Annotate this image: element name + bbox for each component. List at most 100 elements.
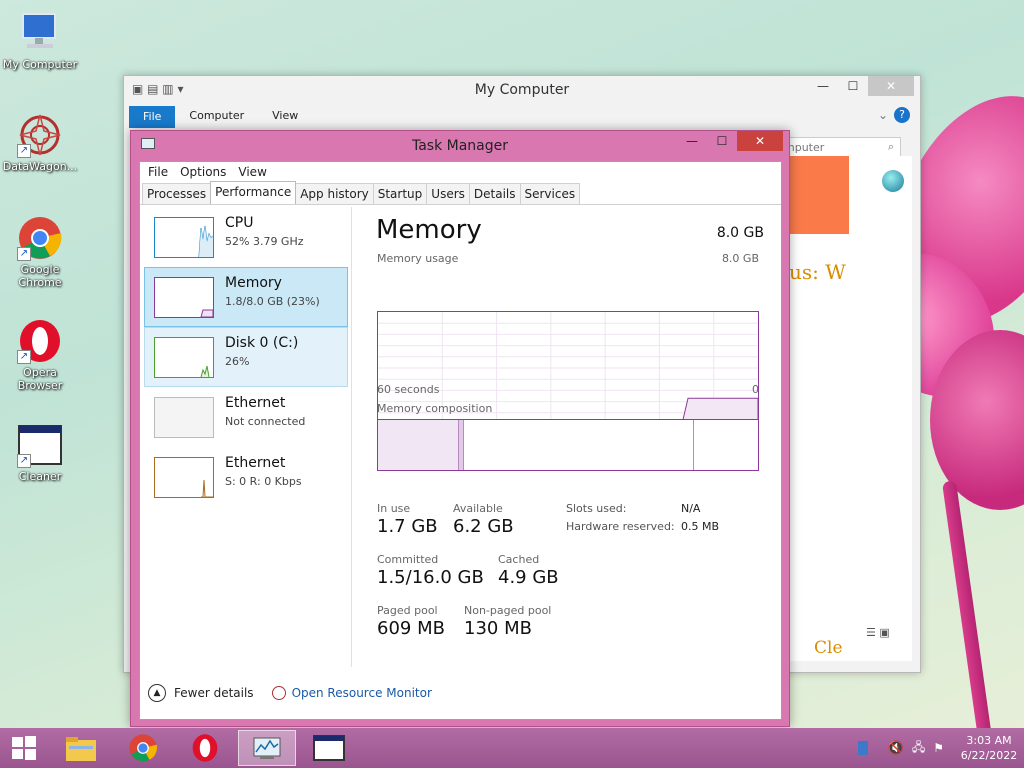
task-manager-titlebar[interactable]: Task Manager — ☐ ✕	[131, 131, 789, 159]
tab-performance[interactable]: Performance	[210, 181, 297, 204]
ribbon-tab-computer[interactable]: Computer	[175, 106, 258, 128]
slots-used-value: N/A	[681, 502, 701, 515]
opera-icon	[192, 734, 218, 762]
chevron-up-icon[interactable]: ▲	[148, 684, 166, 702]
cleaner-window-icon: ↗	[17, 422, 63, 468]
taskbar-task-manager[interactable]	[238, 730, 296, 766]
resource-name: CPU	[225, 215, 254, 231]
desktop-icon-cleaner[interactable]: ↗ Cleaner	[0, 422, 80, 483]
ribbon-tab-file[interactable]: File	[129, 106, 176, 128]
cached-value: 4.9 GB	[498, 567, 559, 588]
tray-app-icon[interactable]	[857, 741, 868, 755]
memory-composition-label: Memory composition	[377, 402, 493, 415]
flag-icon[interactable]: ⚑	[933, 741, 944, 755]
computer-icon	[17, 10, 63, 56]
memory-usage-label: Memory usage	[377, 252, 459, 265]
memory-total: 8.0 GB	[716, 225, 764, 241]
footer-bar: ▲ Fewer details Open Resource Monitor	[140, 667, 781, 719]
menu-options[interactable]: Options	[174, 165, 232, 182]
task-manager-body: File Options View Processes Performance …	[139, 161, 782, 720]
paged-pool-label: Paged pool	[377, 604, 438, 617]
desktop-icon-google-chrome[interactable]: ↗ Google Chrome	[0, 215, 80, 289]
ribbon-expand-icon[interactable]: ⌄	[878, 108, 888, 122]
details-view-icon[interactable]: ☰ ▣	[866, 626, 890, 639]
resource-memory[interactable]: Memory 1.8/8.0 GB (23%)	[144, 267, 348, 327]
memory-composition-bar	[377, 419, 759, 471]
my-computer-titlebar[interactable]: ▣ ▤ ▥ ▾ My Computer — ☐ ✕	[124, 76, 920, 104]
help-icon[interactable]: ?	[894, 107, 910, 123]
tab-details[interactable]: Details	[468, 183, 521, 204]
window-title: My Computer	[474, 82, 570, 98]
tab-services[interactable]: Services	[519, 183, 581, 204]
content-text: Cle	[814, 638, 843, 658]
resource-name: Memory	[225, 275, 282, 291]
taskbar-cleaner[interactable]	[300, 730, 358, 766]
desktop-icon-datawagon[interactable]: ↗ DataWagon...	[0, 112, 80, 173]
system-tray: 🔇 🖧 ⚑ 3:03 AM 6/22/2022	[857, 728, 1024, 768]
datawagon-logo-icon: ↗	[17, 112, 63, 158]
page-title: Memory	[376, 215, 482, 245]
shortcut-arrow-icon: ↗	[17, 350, 31, 364]
ethernet-mini-graph	[154, 397, 214, 438]
search-input[interactable]: mputer	[784, 141, 824, 154]
network-icon[interactable]: 🖧	[912, 738, 925, 759]
desktop-icon-opera-browser[interactable]: ↗ Opera Browser	[0, 318, 80, 392]
search-icon: ⌕	[887, 140, 894, 153]
ribbon-tab-view[interactable]: View	[258, 106, 312, 128]
clock[interactable]: 3:03 AM 6/22/2022	[954, 733, 1024, 763]
desktop-icon-label: Google Chrome	[18, 263, 62, 289]
close-button[interactable]: ✕	[737, 131, 783, 151]
orange-banner	[784, 156, 849, 234]
cpu-mini-graph	[154, 217, 214, 258]
resource-ethernet-1[interactable]: Ethernet Not connected	[144, 387, 348, 447]
maximize-button[interactable]: ☐	[838, 76, 868, 96]
taskbar: 🔇 🖧 ⚑ 3:03 AM 6/22/2022	[0, 728, 1024, 768]
in-use-value: 1.7 GB	[377, 516, 438, 537]
hardware-reserved-label: Hardware reserved:	[566, 520, 675, 533]
resource-sub: 52% 3.79 GHz	[225, 235, 304, 248]
minimize-button[interactable]: —	[677, 131, 707, 151]
resource-cpu[interactable]: CPU 52% 3.79 GHz	[144, 207, 348, 267]
resource-sub: S: 0 R: 0 Kbps	[225, 475, 302, 488]
memory-details: Memory 8.0 GB Memory usage 8.0 GB 60 sec…	[370, 207, 770, 667]
menu-file[interactable]: File	[142, 165, 174, 182]
desktop-icon-label: Opera Browser	[17, 366, 63, 392]
hardware-reserved-value: 0.5 MB	[681, 520, 720, 533]
minimize-button[interactable]: —	[808, 76, 838, 96]
start-button[interactable]	[0, 730, 48, 766]
maximize-button[interactable]: ☐	[707, 131, 737, 151]
paged-pool-value: 609 MB	[377, 618, 445, 639]
composition-modified	[458, 420, 464, 470]
tab-users[interactable]: Users	[426, 183, 470, 204]
open-resource-monitor-link[interactable]: Open Resource Monitor	[292, 686, 432, 700]
cleaner-window-icon	[313, 735, 345, 761]
explorer-content[interactable]: us: W Cle ☰ ▣	[784, 156, 912, 661]
resource-sub: 26%	[225, 355, 250, 368]
ribbon-tabs: File Computer View	[129, 106, 312, 128]
taskbar-opera[interactable]	[176, 730, 234, 766]
resource-sub: Not connected	[225, 415, 306, 428]
tab-processes[interactable]: Processes	[142, 183, 212, 204]
resource-monitor-icon	[271, 686, 286, 700]
memory-mini-graph	[154, 277, 214, 318]
time-axis-start: 60 seconds	[377, 383, 440, 396]
content-text: us: W	[789, 260, 846, 284]
volume-muted-icon[interactable]: 🔇	[888, 741, 904, 756]
tab-app-history[interactable]: App history	[295, 183, 374, 204]
resource-ethernet-2[interactable]: Ethernet S: 0 R: 0 Kbps	[144, 447, 348, 507]
close-button[interactable]: ✕	[868, 76, 914, 96]
desktop-icon-my-computer[interactable]: My Computer	[0, 10, 80, 71]
opera-icon: ↗	[17, 318, 63, 364]
resource-disk[interactable]: Disk 0 (C:) 26%	[144, 327, 348, 387]
network-icon[interactable]	[882, 170, 904, 192]
windows-logo-icon	[12, 736, 36, 760]
taskbar-chrome[interactable]	[114, 730, 172, 766]
fewer-details-button[interactable]: Fewer details	[174, 686, 254, 700]
composition-standby	[693, 420, 694, 470]
resource-name: Disk 0 (C:)	[225, 335, 299, 351]
task-manager-window[interactable]: Task Manager — ☐ ✕ File Options View Pro…	[130, 130, 790, 727]
ethernet-mini-graph	[154, 457, 214, 498]
menu-view[interactable]: View	[232, 165, 272, 182]
tab-startup[interactable]: Startup	[372, 183, 428, 204]
taskbar-file-explorer[interactable]	[52, 730, 110, 766]
